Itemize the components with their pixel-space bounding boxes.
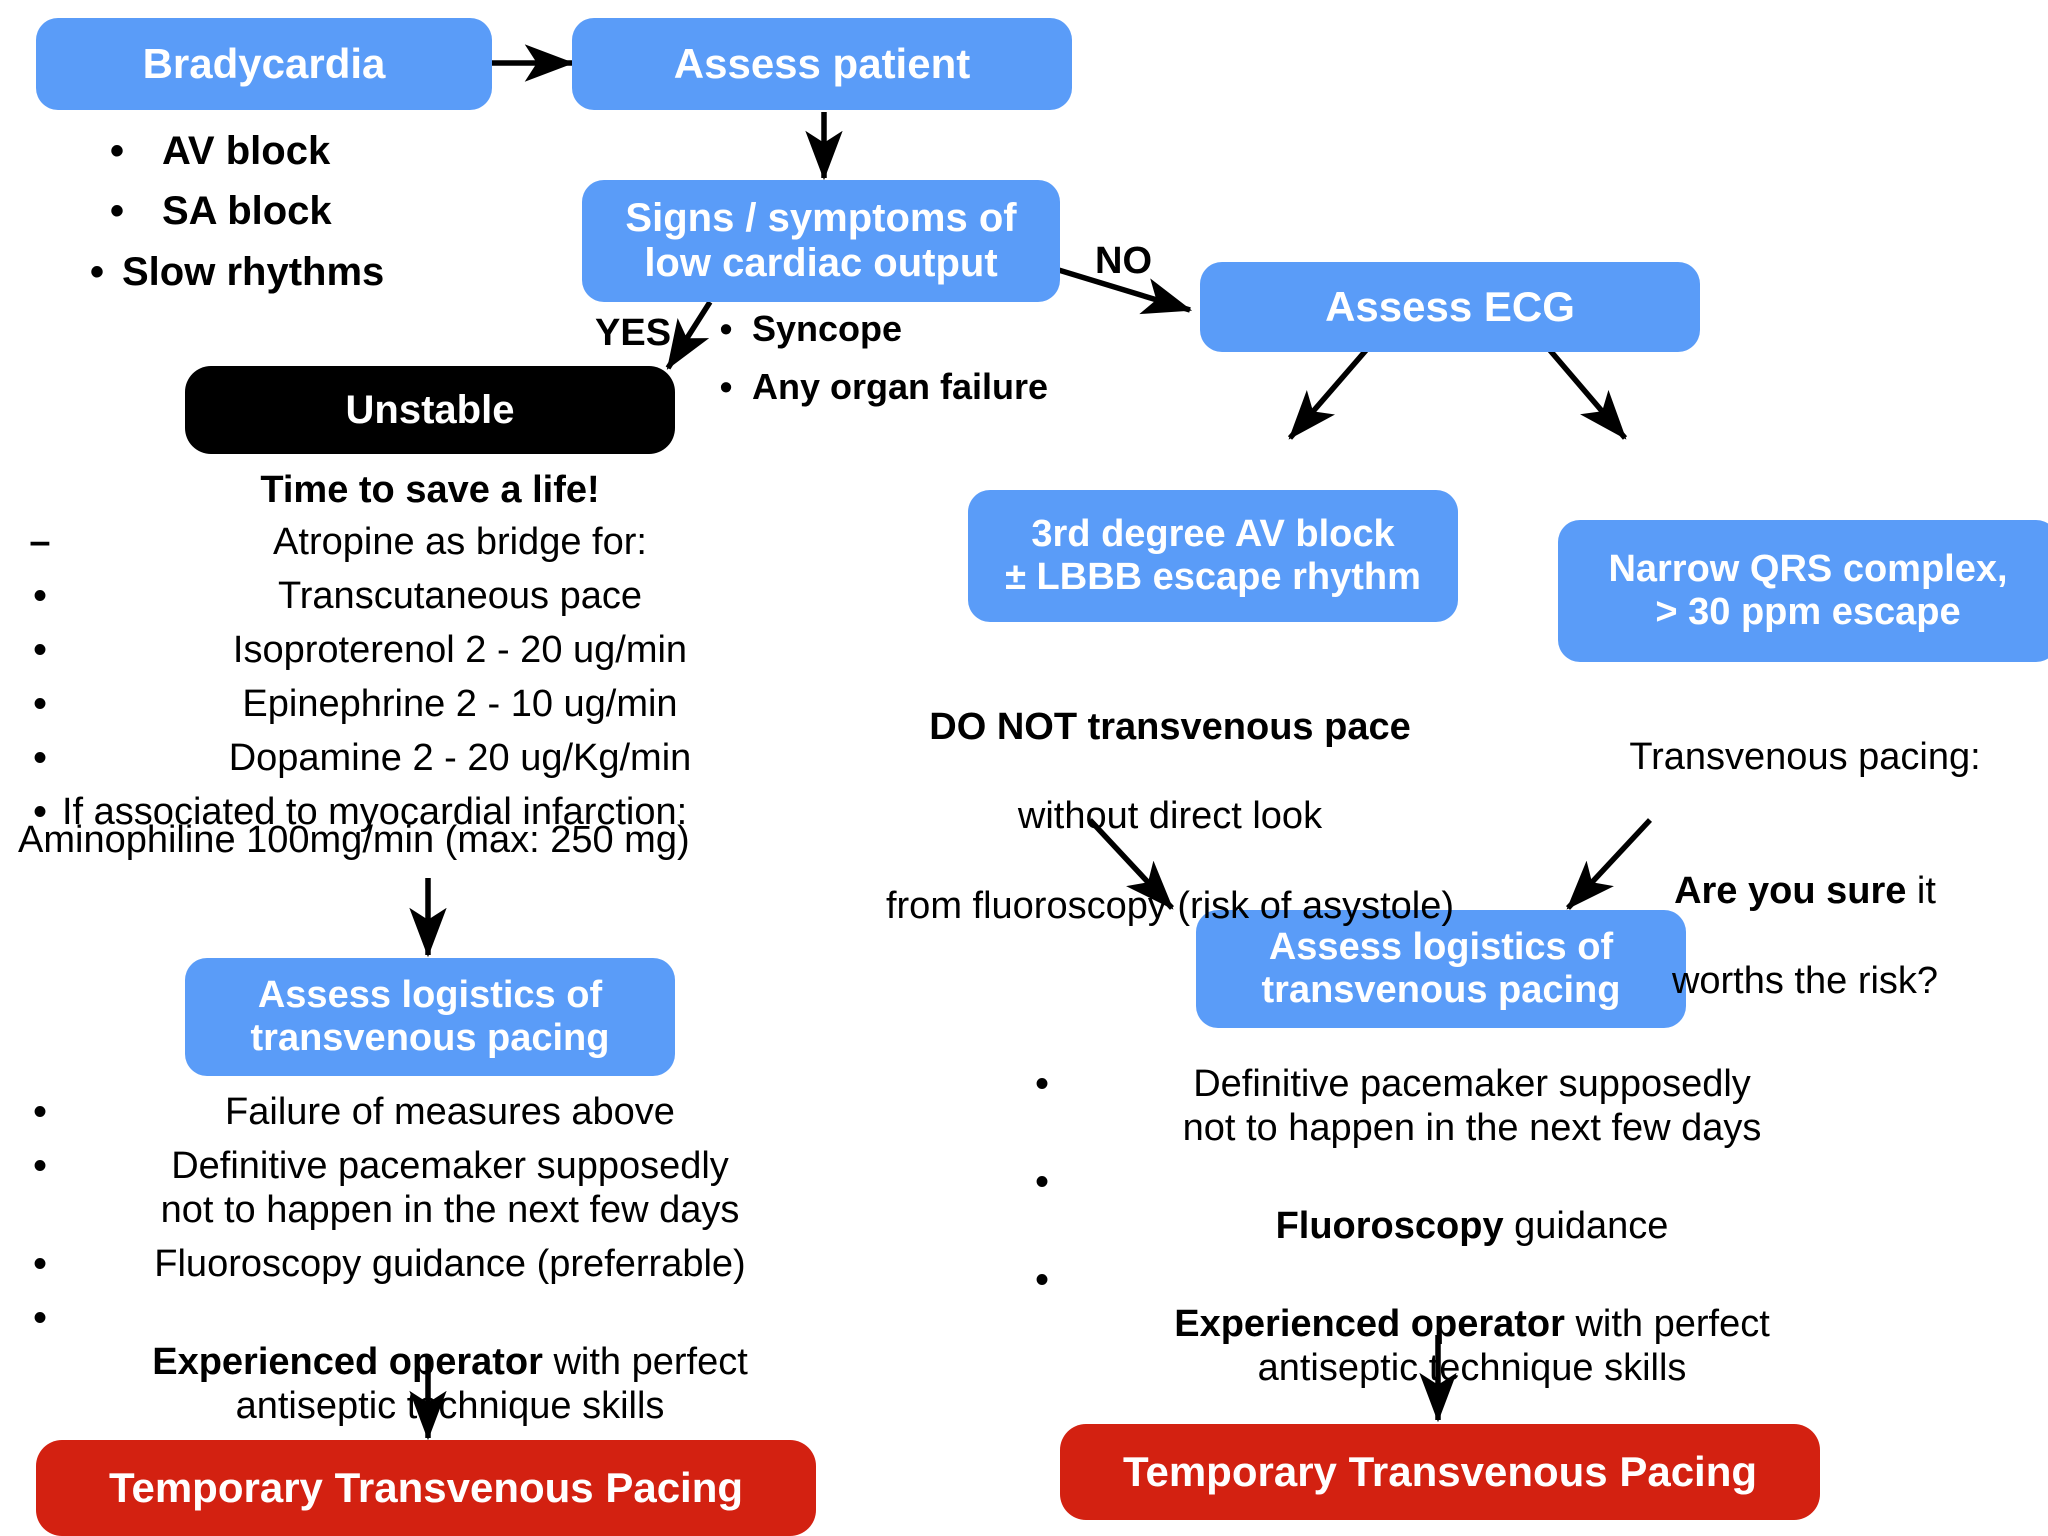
- bullet-icon: •: [109, 189, 124, 234]
- warning-are-you-sure-bold: Are you sure: [1674, 870, 1907, 913]
- node-assess-logistics-left[interactable]: Assess logistics of transvenous pacing: [185, 958, 675, 1076]
- bullet-icon: •: [1035, 1161, 1049, 1204]
- node-temporary-pacing-right[interactable]: Temporary Transvenous Pacing: [1060, 1424, 1820, 1520]
- list-item-label: Fluoroscopy guidance: [1064, 1160, 1880, 1248]
- bullet-icon: •: [33, 1297, 47, 1340]
- node-bradycardia[interactable]: Bradycardia: [36, 18, 492, 110]
- bullet-icon: •: [33, 629, 47, 672]
- bullet-icon: •: [109, 129, 124, 173]
- arrow-ecg-to-third-degree: [1287, 346, 1371, 440]
- node-assess-patient[interactable]: Assess patient: [572, 18, 1072, 110]
- bullet-icon: •: [719, 308, 733, 349]
- treatment-heading: Time to save a life!: [260, 469, 600, 511]
- list-item-label: Definitive pacemaker supposedly: [1193, 1063, 1751, 1105]
- list-item-label: Any organ failure: [752, 365, 1049, 407]
- bullet-icon: •: [33, 1091, 47, 1133]
- bullet-icon: •: [1035, 1063, 1049, 1105]
- list-item-label: antiseptic technique skills: [235, 1385, 665, 1428]
- list-item-rest: guidance: [1503, 1205, 1669, 1248]
- bullet-icon: •: [89, 249, 104, 294]
- warning-do-not-pace-line1: DO NOT transvenous pace: [929, 705, 1411, 748]
- list-item: • Syncope: [700, 308, 1120, 350]
- list-item: • SA block: [72, 188, 492, 234]
- warning-do-not-pace-line2: without direct look: [1017, 795, 1323, 838]
- list-item: • Definitive pacemaker supposedly: [18, 1144, 838, 1188]
- list-item: • Experienced operator with perfect: [1020, 1258, 1880, 1346]
- warning-are-you-sure-line1: Transvenous pacing:: [1629, 735, 1981, 778]
- list-item-label: Slow rhythms: [122, 249, 385, 294]
- list-item: • Slow rhythms: [72, 249, 492, 295]
- list-item: antiseptic technique skills: [1020, 1346, 1880, 1390]
- list-item: – Atropine as bridge for:: [18, 520, 858, 564]
- bullet-icon: –: [29, 521, 51, 563]
- treatment-trailing-line: Aminophiline 100mg/min (max: 250 mg): [18, 819, 690, 861]
- list-unstable-treatment: – Atropine as bridge for: • Transcutaneo…: [18, 520, 858, 834]
- list-item: • Transcutaneous pace: [18, 574, 858, 618]
- edge-label-no: NO: [1095, 240, 1152, 282]
- edge-label-yes: YES: [595, 312, 672, 354]
- list-item: • Definitive pacemaker supposedly: [1020, 1062, 1880, 1106]
- list-item-label: Atropine as bridge for:: [273, 521, 647, 563]
- list-item: • Dopamine 2 - 20 ug/Kg/min: [18, 736, 858, 780]
- list-item-rest: with perfect: [1564, 1303, 1770, 1346]
- flowchart-canvas: Bradycardia Assess patient Signs / sympt…: [0, 0, 2048, 1536]
- list-item-label: Experienced operator with perfect: [1064, 1258, 1880, 1346]
- warning-do-not-pace-line3: from fluoroscopy (risk of asystole): [885, 885, 1455, 928]
- list-item: • Epinephrine 2 - 10 ug/min: [18, 682, 858, 726]
- list-item-label: Isoproterenol 2 - 20 ug/min: [232, 629, 688, 672]
- warning-are-you-sure: Transvenous pacing: Are you sure it wort…: [1555, 690, 2048, 1049]
- list-item-bold: Experienced operator: [152, 1341, 543, 1384]
- list-item: not to happen in the next few days: [1020, 1106, 1880, 1150]
- warning-are-you-sure-rest: it: [1906, 870, 1936, 913]
- list-item-label: Dopamine 2 - 20 ug/Kg/min: [228, 737, 692, 780]
- list-item: • AV block: [72, 128, 492, 174]
- list-item: • Failure of measures above: [18, 1090, 838, 1134]
- list-item-label: Epinephrine 2 - 10 ug/min: [242, 683, 678, 726]
- list-item: antiseptic technique skills: [18, 1384, 838, 1428]
- list-item-label: SA block: [162, 189, 332, 234]
- list-item-label: Definitive pacemaker supposedly: [171, 1145, 729, 1188]
- list-item-label: antiseptic technique skills: [1257, 1347, 1687, 1390]
- list-item: • Experienced operator with perfect: [18, 1296, 838, 1384]
- list-low-output-signs: • Syncope • Any organ failure: [700, 308, 1120, 408]
- list-bradycardia-causes: • AV block • SA block • Slow rhythms: [72, 128, 492, 295]
- node-third-degree-av-block[interactable]: 3rd degree AV block ± LBBB escape rhythm: [968, 490, 1458, 622]
- list-item-label: not to happen in the next few days: [1182, 1107, 1762, 1150]
- list-item: • Isoproterenol 2 - 20 ug/min: [18, 628, 858, 672]
- list-item: • Fluoroscopy guidance (preferrable): [18, 1242, 838, 1286]
- list-item-label: Fluoroscopy guidance (preferrable): [154, 1243, 746, 1286]
- list-item-label: not to happen in the next few days: [160, 1189, 740, 1232]
- list-item-rest: with perfect: [542, 1341, 748, 1384]
- list-item-label: Experienced operator with perfect: [62, 1296, 838, 1384]
- node-temporary-pacing-left[interactable]: Temporary Transvenous Pacing: [36, 1440, 816, 1536]
- warning-do-not-pace: DO NOT transvenous pace without direct l…: [820, 660, 1520, 974]
- bullet-icon: •: [33, 1243, 47, 1286]
- list-item-label: Syncope: [752, 308, 903, 349]
- list-item-bold: Experienced operator: [1174, 1303, 1565, 1346]
- warning-are-you-sure-line3: worths the risk?: [1671, 959, 1939, 1002]
- list-item-label: AV block: [162, 129, 331, 173]
- bullet-icon: •: [1035, 1259, 1049, 1302]
- bullet-icon: •: [33, 683, 47, 726]
- node-assess-ecg[interactable]: Assess ECG: [1200, 262, 1700, 352]
- warning-are-you-sure-line2: Are you sure it: [1555, 824, 2048, 914]
- list-item: • Fluoroscopy guidance: [1020, 1160, 1880, 1248]
- list-item: • Any organ failure: [700, 366, 1120, 408]
- list-item: not to happen in the next few days: [18, 1188, 838, 1232]
- arrow-ecg-to-narrow-qrs: [1545, 346, 1628, 440]
- list-logistics-left: • Failure of measures above • Definitive…: [18, 1090, 838, 1429]
- bullet-icon: •: [33, 737, 47, 780]
- list-item-label: Failure of measures above: [225, 1091, 675, 1133]
- bullet-icon: •: [33, 1145, 47, 1188]
- bullet-icon: •: [719, 365, 733, 407]
- bullet-icon: •: [33, 575, 47, 618]
- node-unstable[interactable]: Unstable: [185, 366, 675, 454]
- list-item-bold: Fluoroscopy: [1275, 1205, 1504, 1248]
- list-logistics-right: • Definitive pacemaker supposedly not to…: [1020, 1062, 1880, 1391]
- node-narrow-qrs[interactable]: Narrow QRS complex, > 30 ppm escape: [1558, 520, 2048, 662]
- list-item-label: Transcutaneous pace: [277, 575, 643, 618]
- node-signs-symptoms[interactable]: Signs / symptoms of low cardiac output: [582, 180, 1060, 302]
